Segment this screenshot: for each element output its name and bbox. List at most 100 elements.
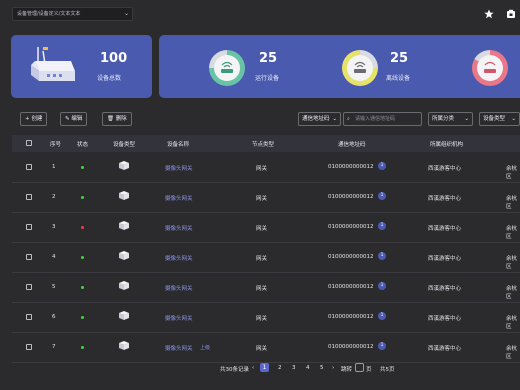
offline-label: 离线设备 bbox=[386, 75, 411, 82]
region-name: 余杭区 bbox=[506, 286, 518, 300]
row-index: 7 bbox=[52, 344, 56, 350]
router-icon bbox=[221, 61, 233, 73]
device-total-card: 100 设备总数 bbox=[11, 35, 152, 98]
row-index: 1 bbox=[52, 164, 56, 170]
row-checkbox[interactable] bbox=[26, 164, 32, 170]
row-index: 5 bbox=[52, 284, 56, 290]
online-label: 运行设备 bbox=[255, 75, 280, 82]
region-name: 余杭区 bbox=[506, 226, 518, 240]
row-checkbox[interactable] bbox=[26, 224, 32, 230]
address-code: 0100000000012 bbox=[328, 314, 374, 320]
status-dot bbox=[81, 196, 84, 199]
plus-icon: + bbox=[25, 116, 30, 122]
device-name-link[interactable]: 摄像头网关 bbox=[165, 314, 193, 322]
next-page-button[interactable]: › bbox=[332, 365, 334, 371]
breadcrumb-select[interactable]: 设备管理/设备定义/文本文本 ⌄ bbox=[12, 7, 133, 21]
table-row[interactable]: 1 摄像头网关 网关 0100000000012 1 西溪游客中心 余杭区 bbox=[12, 152, 520, 183]
address-code: 0100000000012 bbox=[328, 194, 374, 200]
table-row[interactable]: 4 摄像头网关 网关 0100000000012 1 西溪游客中心 余杭区 bbox=[12, 242, 520, 273]
org-name: 西溪游客中心 bbox=[428, 286, 462, 292]
edit-icon: ✎ bbox=[65, 116, 70, 122]
node-type: 网关 bbox=[256, 316, 268, 322]
table-header: 序号 状态 设备类型 设备名称 节点类型 通信地址码 所属组织机构 bbox=[12, 135, 520, 152]
fault-ring bbox=[472, 50, 508, 86]
node-type: 网关 bbox=[256, 256, 268, 262]
prev-page-button[interactable]: ‹ bbox=[252, 365, 254, 371]
row-index: 6 bbox=[52, 314, 56, 320]
row-checkbox[interactable] bbox=[26, 284, 32, 290]
header-index: 序号 bbox=[50, 142, 62, 148]
address-search-input[interactable]: ⌕ 请输入通信地址码 bbox=[343, 112, 422, 126]
row-checkbox[interactable] bbox=[26, 254, 32, 260]
region-name: 余杭区 bbox=[506, 166, 518, 180]
page-button-current[interactable]: 1 bbox=[260, 363, 269, 372]
device-name-link[interactable]: 摄像头网关 bbox=[165, 344, 193, 352]
address-count-badge: 1 bbox=[378, 342, 386, 350]
status-dot bbox=[81, 256, 84, 259]
header-node-type: 节点类型 bbox=[252, 142, 275, 148]
gateway-icon bbox=[119, 161, 129, 170]
router-icon bbox=[354, 61, 366, 73]
gateway-icon bbox=[119, 341, 129, 350]
jump-page-input[interactable] bbox=[355, 363, 364, 372]
header-address: 通信地址码 bbox=[338, 142, 366, 148]
address-code: 0100000000012 bbox=[328, 254, 374, 260]
page-button[interactable]: 3 bbox=[292, 365, 296, 371]
device-type-select[interactable]: 设备类型 ⌄ bbox=[479, 112, 520, 126]
total-records: 共30条记录 bbox=[220, 367, 249, 373]
star-icon[interactable] bbox=[484, 9, 494, 19]
select-all-checkbox[interactable] bbox=[26, 140, 32, 146]
device-name-link[interactable]: 摄像头网关 bbox=[165, 164, 193, 172]
table-row[interactable]: 2 摄像头网关 网关 0100000000012 1 西溪游客中心 余杭区 bbox=[12, 182, 520, 213]
category-select[interactable]: 所属分类 ⌄ bbox=[428, 112, 473, 126]
header-status: 状态 bbox=[77, 142, 89, 148]
org-name: 西溪游客中心 bbox=[428, 346, 462, 352]
row-index: 2 bbox=[52, 194, 56, 200]
device-total-label: 设备总数 bbox=[97, 75, 122, 82]
table-row[interactable]: 5 摄像头网关 网关 0100000000012 1 西溪游客中心 余杭区 bbox=[12, 272, 520, 303]
address-count-badge: 1 bbox=[378, 312, 386, 320]
breadcrumb: 设备管理/设备定义/文本文本 bbox=[17, 11, 81, 17]
delete-button[interactable]: 🗑 删除 bbox=[102, 112, 132, 126]
row-checkbox[interactable] bbox=[26, 194, 32, 200]
chevron-down-icon: ⌄ bbox=[123, 10, 129, 17]
device-name-link[interactable]: 摄像头网关 bbox=[165, 224, 193, 232]
org-name: 西溪游客中心 bbox=[428, 256, 462, 262]
page-button[interactable]: 4 bbox=[306, 365, 310, 371]
status-dot bbox=[81, 226, 84, 229]
address-count-badge: 1 bbox=[378, 222, 386, 230]
table-row[interactable]: 7 摄像头网关 上级 网关 0100000000012 1 西溪游客中心 余杭区 bbox=[12, 332, 520, 363]
org-name: 西溪游客中心 bbox=[428, 196, 462, 202]
page-button[interactable]: 2 bbox=[278, 365, 282, 371]
export-icon[interactable] bbox=[506, 9, 516, 19]
online-ring bbox=[209, 50, 245, 86]
table-row[interactable]: 3 摄像头网关 网关 0100000000012 1 西溪游客中心 余杭区 bbox=[12, 212, 520, 243]
create-button[interactable]: + 创建 bbox=[20, 112, 48, 126]
row-index: 3 bbox=[52, 224, 56, 230]
device-status-card: 25 运行设备 25 离线设备 bbox=[159, 35, 520, 98]
filter-field-select[interactable]: 通信地址码 ⌄ bbox=[298, 112, 341, 126]
address-code: 0100000000012 bbox=[328, 224, 374, 230]
row-checkbox[interactable] bbox=[26, 344, 32, 350]
row-index: 4 bbox=[52, 254, 56, 260]
row-checkbox[interactable] bbox=[26, 314, 32, 320]
gateway-icon bbox=[119, 191, 129, 200]
address-code: 0100000000012 bbox=[328, 344, 374, 350]
device-name-link[interactable]: 摄像头网关 bbox=[165, 284, 193, 292]
device-name-link[interactable]: 摄像头网关 bbox=[165, 194, 193, 202]
address-count-badge: 1 bbox=[378, 252, 386, 260]
page-button[interactable]: 5 bbox=[320, 365, 324, 371]
device-name-link[interactable]: 摄像头网关 bbox=[165, 254, 193, 262]
node-type: 网关 bbox=[256, 166, 268, 172]
gateway-icon bbox=[119, 221, 129, 230]
node-type: 网关 bbox=[256, 196, 268, 202]
node-type: 网关 bbox=[256, 226, 268, 232]
edit-button[interactable]: ✎ 编辑 bbox=[60, 112, 88, 126]
chevron-down-icon: ⌄ bbox=[464, 116, 469, 122]
address-count-badge: 1 bbox=[378, 162, 386, 170]
table-row[interactable]: 6 摄像头网关 网关 0100000000012 1 西溪游客中心 余杭区 bbox=[12, 302, 520, 333]
search-icon: ⌕ bbox=[347, 116, 350, 122]
parent-tag[interactable]: 上级 bbox=[200, 344, 210, 351]
status-dot bbox=[81, 166, 84, 169]
address-count-badge: 1 bbox=[378, 192, 386, 200]
